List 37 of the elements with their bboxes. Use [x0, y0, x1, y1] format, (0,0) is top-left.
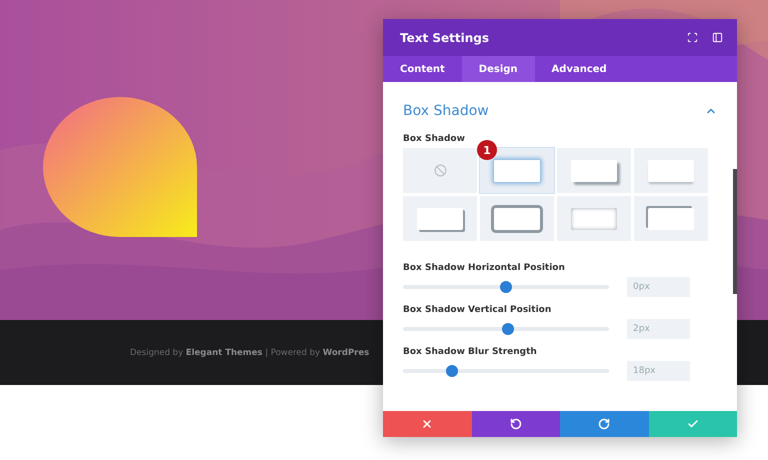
- modal-title: Text Settings: [400, 30, 490, 44]
- shadow-preview-icon: [648, 208, 694, 230]
- fullscreen-icon[interactable]: [687, 32, 698, 43]
- step-badge: 1: [477, 140, 497, 160]
- value-field[interactable]: 0px: [627, 277, 690, 297]
- footer-credits: Designed by Elegant Themes | Powered by WordPres: [130, 348, 370, 358]
- redo-button[interactable]: [560, 411, 648, 437]
- undo-button[interactable]: [472, 411, 560, 437]
- value-field[interactable]: 2px: [627, 319, 690, 339]
- tab[interactable]: Content: [383, 56, 462, 82]
- slider-label: Box Shadow Horizontal Position: [403, 263, 566, 273]
- shadow-option[interactable]: [634, 196, 708, 241]
- sidebar-icon[interactable]: [712, 32, 723, 43]
- slider-thumb[interactable]: [502, 323, 514, 335]
- slider-thumb[interactable]: [446, 365, 458, 377]
- slider-label: Box Shadow Blur Strength: [403, 347, 538, 357]
- shadow-preview-icon: [494, 208, 540, 230]
- slider-label: Box Shadow Vertical Position: [403, 305, 552, 315]
- tab[interactable]: Design: [462, 56, 535, 82]
- tab[interactable]: Advanced: [534, 56, 624, 82]
- shadow-option[interactable]: [480, 148, 554, 193]
- section-title[interactable]: Box Shadow: [403, 103, 489, 119]
- shadow-preview-icon: [417, 208, 463, 230]
- shadow-option[interactable]: [480, 196, 554, 241]
- none-icon: [434, 164, 446, 177]
- shadow-preview-icon: [493, 158, 541, 182]
- shadow-preview-icon: [571, 208, 617, 230]
- undo-icon: [510, 418, 522, 430]
- close-icon: [421, 418, 434, 430]
- shadow-option[interactable]: [403, 196, 477, 241]
- value-field[interactable]: 18px: [627, 361, 690, 381]
- shadow-preview-icon: [648, 160, 694, 182]
- check-icon: [686, 418, 699, 430]
- field-label: Box Shadow: [403, 134, 466, 144]
- shadow-preview-icon: [571, 160, 617, 182]
- slider-thumb[interactable]: [500, 281, 512, 293]
- redo-icon: [598, 418, 610, 430]
